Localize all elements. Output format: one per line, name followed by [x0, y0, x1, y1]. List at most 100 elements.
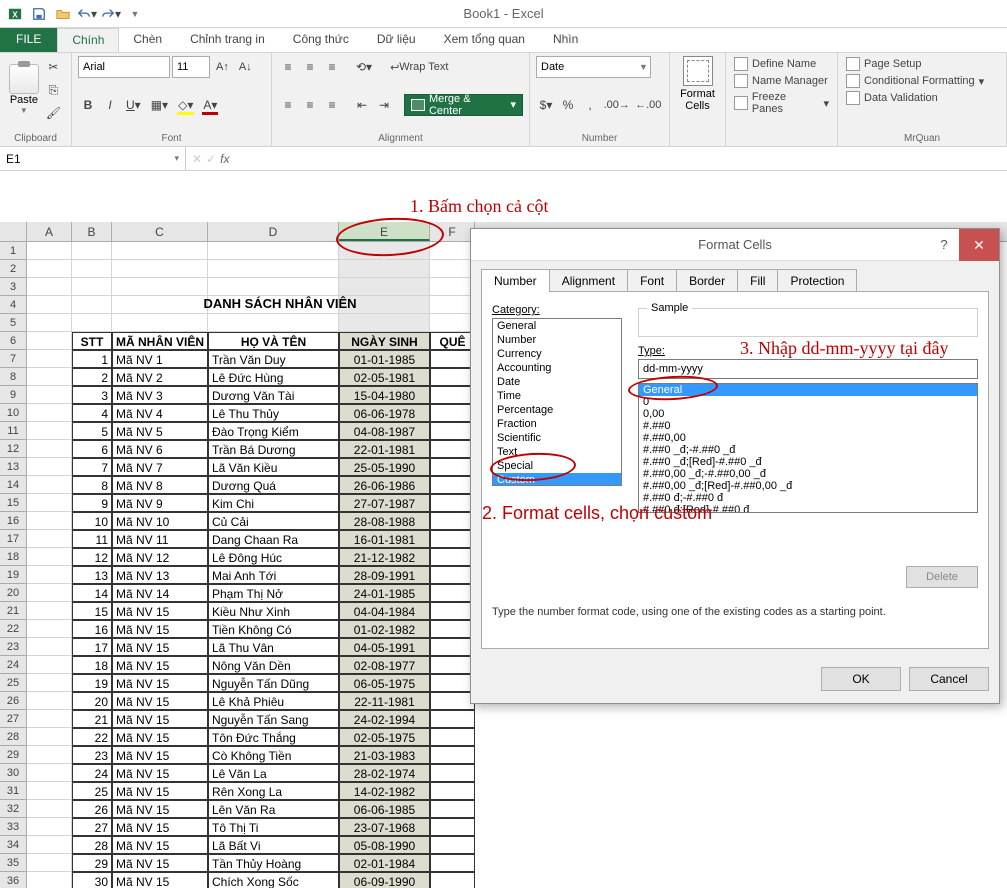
- cell[interactable]: [430, 800, 475, 818]
- dialog-titlebar[interactable]: Format Cells ? ✕: [471, 229, 999, 261]
- cell[interactable]: 28-02-1974: [339, 764, 430, 782]
- cell[interactable]: Mã NV 15: [112, 710, 208, 728]
- row-header[interactable]: 7: [0, 350, 27, 368]
- cell[interactable]: [430, 530, 475, 548]
- cell[interactable]: Mã NV 15: [112, 620, 208, 638]
- dialog-tab-number[interactable]: Number: [481, 269, 550, 292]
- row-header[interactable]: 3: [0, 278, 27, 296]
- cell[interactable]: [430, 836, 475, 854]
- cell[interactable]: [27, 620, 72, 638]
- page-setup-button[interactable]: Page Setup: [844, 56, 1000, 72]
- cell[interactable]: [430, 710, 475, 728]
- dialog-help-icon[interactable]: ?: [929, 237, 959, 252]
- wrap-text-button[interactable]: ↩ Wrap Text: [386, 56, 452, 78]
- cell[interactable]: [430, 656, 475, 674]
- cell[interactable]: [27, 476, 72, 494]
- cell[interactable]: 6: [72, 440, 112, 458]
- row-header[interactable]: 4: [0, 296, 27, 314]
- cell[interactable]: [430, 638, 475, 656]
- cell[interactable]: Nguyễn Tấn Sang: [208, 710, 339, 728]
- cell[interactable]: MÃ NHÂN VIÊN: [112, 332, 208, 350]
- decrease-font-icon[interactable]: A↓: [235, 56, 256, 78]
- category-item[interactable]: Fraction: [493, 417, 621, 431]
- cell[interactable]: [430, 818, 475, 836]
- row-header[interactable]: 22: [0, 620, 27, 638]
- tab-review[interactable]: Xem tổng quan: [430, 28, 539, 52]
- cell[interactable]: 23: [72, 746, 112, 764]
- cell[interactable]: [430, 404, 475, 422]
- cell[interactable]: [430, 314, 475, 332]
- row-header[interactable]: 27: [0, 710, 27, 728]
- cell[interactable]: 12: [72, 548, 112, 566]
- cell[interactable]: [27, 494, 72, 512]
- cell[interactable]: 01-01-1985: [339, 350, 430, 368]
- category-item[interactable]: Special: [493, 459, 621, 473]
- cell[interactable]: [27, 440, 72, 458]
- cell[interactable]: [27, 566, 72, 584]
- format-item[interactable]: #.##0 _đ;[Red]-#.##0 _đ: [639, 456, 977, 468]
- cell[interactable]: [112, 260, 208, 278]
- row-header[interactable]: 8: [0, 368, 27, 386]
- cell[interactable]: 16: [72, 620, 112, 638]
- cell[interactable]: [72, 242, 112, 260]
- cell[interactable]: [27, 368, 72, 386]
- cell[interactable]: Mã NV 1: [112, 350, 208, 368]
- format-item[interactable]: #.##0,00 _đ;-#.##0,00 _đ: [639, 468, 977, 480]
- cell[interactable]: 24: [72, 764, 112, 782]
- cell[interactable]: Mã NV 12: [112, 548, 208, 566]
- row-header[interactable]: 11: [0, 422, 27, 440]
- cell[interactable]: 29: [72, 854, 112, 872]
- cell[interactable]: [112, 278, 208, 296]
- cell[interactable]: Mã NV 9: [112, 494, 208, 512]
- cell[interactable]: 4: [72, 404, 112, 422]
- open-icon[interactable]: [52, 3, 74, 25]
- increase-indent-icon[interactable]: ⇥: [374, 94, 394, 116]
- cell[interactable]: 26-06-1986: [339, 476, 430, 494]
- cell[interactable]: 28-08-1988: [339, 512, 430, 530]
- delete-button[interactable]: Delete: [906, 566, 978, 588]
- file-tab[interactable]: FILE: [0, 28, 57, 52]
- cell[interactable]: 16-01-1981: [339, 530, 430, 548]
- cell[interactable]: Củ Cải: [208, 512, 339, 530]
- tab-layout[interactable]: Chỉnh trang in: [176, 28, 279, 52]
- cell[interactable]: [27, 314, 72, 332]
- cell[interactable]: 19: [72, 674, 112, 692]
- row-header[interactable]: 34: [0, 836, 27, 854]
- cell[interactable]: [430, 386, 475, 404]
- cell[interactable]: [430, 674, 475, 692]
- row-header[interactable]: 29: [0, 746, 27, 764]
- cell[interactable]: Tiền Không Có: [208, 620, 339, 638]
- cell[interactable]: [27, 332, 72, 350]
- col-header-A[interactable]: A: [27, 222, 72, 241]
- category-item[interactable]: General: [493, 319, 621, 333]
- category-item[interactable]: Percentage: [493, 403, 621, 417]
- cell[interactable]: 22-11-1981: [339, 692, 430, 710]
- excel-icon[interactable]: X: [4, 3, 26, 25]
- category-item[interactable]: Text: [493, 445, 621, 459]
- decrease-decimal-icon[interactable]: ←.00: [634, 94, 664, 116]
- row-header[interactable]: 10: [0, 404, 27, 422]
- cell[interactable]: [27, 692, 72, 710]
- cell[interactable]: Mã NV 2: [112, 368, 208, 386]
- col-header-D[interactable]: D: [208, 222, 339, 241]
- row-header[interactable]: 12: [0, 440, 27, 458]
- data-validation-button[interactable]: Data Validation: [844, 90, 1000, 106]
- cell[interactable]: [27, 872, 72, 888]
- cell[interactable]: 23-07-1968: [339, 818, 430, 836]
- cell[interactable]: Tôn Đức Thắng: [208, 728, 339, 746]
- border-icon[interactable]: ▦▾: [147, 94, 172, 116]
- cell[interactable]: Chích Xong Sốc: [208, 872, 339, 888]
- cell[interactable]: Phạm Thị Nở: [208, 584, 339, 602]
- cell[interactable]: [27, 458, 72, 476]
- cell[interactable]: 13: [72, 566, 112, 584]
- cell[interactable]: Trần Bá Dương: [208, 440, 339, 458]
- format-item[interactable]: #.##0: [639, 420, 977, 432]
- row-header[interactable]: 31: [0, 782, 27, 800]
- cell[interactable]: 2: [72, 368, 112, 386]
- cell[interactable]: 02-01-1984: [339, 854, 430, 872]
- merge-center-button[interactable]: Merge & Center ▾: [404, 94, 523, 116]
- cell[interactable]: 02-05-1981: [339, 368, 430, 386]
- format-item[interactable]: #.##0 _đ;-#.##0 _đ: [639, 444, 977, 456]
- cell[interactable]: Mã NV 15: [112, 872, 208, 888]
- italic-button[interactable]: I: [100, 94, 120, 116]
